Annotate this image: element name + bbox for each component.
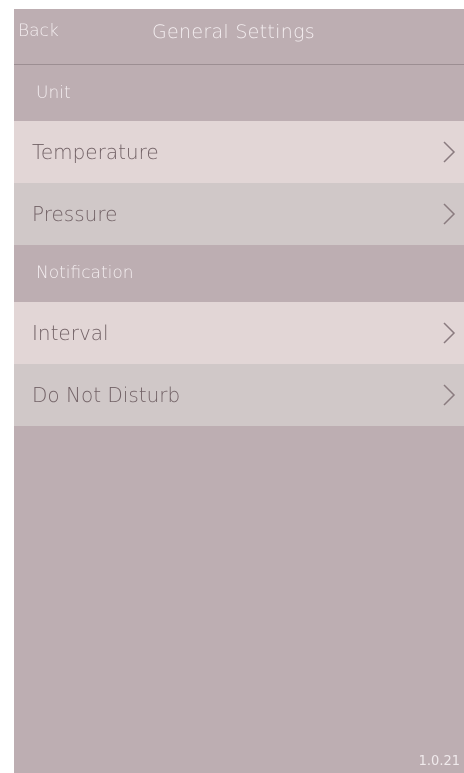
chevron-right-icon [443, 322, 456, 344]
row-label: Interval [32, 321, 109, 345]
row-label: Do Not Disturb [32, 383, 181, 407]
settings-row-do-not-disturb[interactable]: Do Not Disturb [14, 364, 464, 426]
chevron-right-icon [443, 384, 456, 406]
version-label: 1.0.21 [418, 754, 460, 769]
back-button[interactable]: Back [18, 21, 59, 41]
settings-row-interval[interactable]: Interval [14, 302, 464, 364]
settings-screen: Back General Settings Unit Temperature P… [14, 9, 464, 773]
page-title: General Settings [152, 21, 315, 43]
settings-row-pressure[interactable]: Pressure [14, 183, 464, 245]
row-label: Temperature [32, 140, 159, 164]
settings-row-temperature[interactable]: Temperature [14, 121, 464, 183]
row-label: Pressure [32, 202, 118, 226]
section-header-notification: Notification [14, 245, 464, 301]
chevron-right-icon [443, 203, 456, 225]
section-header-unit: Unit [14, 65, 464, 121]
section-header-label: Notification [36, 263, 134, 283]
section-header-label: Unit [36, 83, 71, 103]
navigation-bar: Back General Settings [14, 9, 464, 65]
chevron-right-icon [443, 141, 456, 163]
